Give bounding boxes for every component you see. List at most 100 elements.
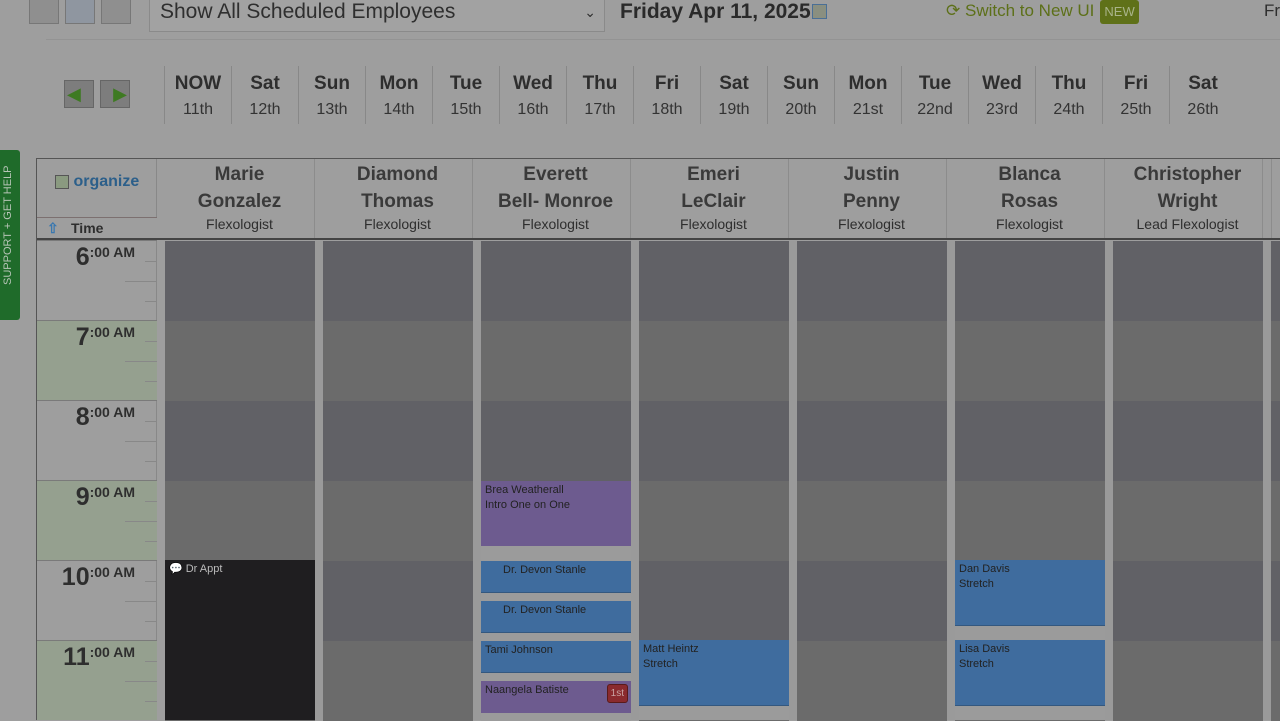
- time-slot[interactable]: [639, 241, 789, 321]
- appointment-block[interactable]: Naangela Batiste 1st: [481, 681, 631, 713]
- employee-day-column[interactable]: [1271, 241, 1280, 721]
- time-slot[interactable]: [639, 481, 789, 561]
- employee-header[interactable]: Marie Gonzalez Flexologist: [165, 159, 315, 238]
- employee-day-column[interactable]: [797, 241, 947, 721]
- day-tab[interactable]: Sun 20th: [767, 66, 834, 124]
- time-slot[interactable]: [481, 321, 631, 401]
- time-slot[interactable]: [955, 321, 1105, 401]
- time-slot[interactable]: [797, 401, 947, 481]
- time-slot[interactable]: [1113, 401, 1263, 481]
- appointment-block[interactable]: Lisa Davis Stretch: [955, 640, 1105, 706]
- time-slot[interactable]: [1271, 241, 1280, 321]
- day-tab[interactable]: Mon 14th: [365, 66, 432, 124]
- open-slot[interactable]: [955, 706, 1105, 720]
- employee-filter-select[interactable]: Show All Scheduled Employees ⌄: [149, 0, 605, 32]
- open-slot[interactable]: [639, 706, 789, 720]
- calendar-picker-icon[interactable]: [812, 4, 827, 19]
- time-slot[interactable]: [797, 241, 947, 321]
- time-slot[interactable]: [797, 561, 947, 641]
- time-slot[interactable]: [323, 321, 473, 401]
- employee-day-column[interactable]: Dan Davis Stretch Lisa Davis Stretch: [955, 241, 1105, 721]
- support-help-tab[interactable]: SUPPORT + GET HELP: [0, 150, 20, 320]
- employee-header[interactable]: Emeri LeClair Flexologist: [639, 159, 789, 238]
- time-slot[interactable]: [323, 401, 473, 481]
- time-slot[interactable]: [1113, 641, 1263, 721]
- time-slot[interactable]: [1271, 321, 1280, 401]
- time-sort-header[interactable]: ⇧ Time: [37, 217, 157, 238]
- time-slot[interactable]: [481, 401, 631, 481]
- next-week-icon[interactable]: ▶: [100, 80, 130, 108]
- switch-ui-link[interactable]: ⟳ Switch to New UI NEW: [946, 0, 1139, 24]
- employee-first-name: Diamond: [356, 164, 439, 185]
- employee-header-partial[interactable]: [1271, 159, 1280, 238]
- day-tab[interactable]: Thu 24th: [1035, 66, 1102, 124]
- time-slot[interactable]: [797, 321, 947, 401]
- appointment-client: Dr. Devon Stanle: [503, 604, 587, 616]
- time-slot[interactable]: [165, 481, 315, 561]
- day-date: 18th: [651, 101, 683, 118]
- organize-button[interactable]: organize: [37, 159, 157, 217]
- time-slot[interactable]: [955, 401, 1105, 481]
- list-view-icon[interactable]: [29, 0, 59, 24]
- day-tab[interactable]: Tue 22nd: [901, 66, 968, 124]
- time-slot[interactable]: [1271, 481, 1280, 561]
- group-view-icon[interactable]: [101, 0, 131, 24]
- day-tab[interactable]: Sun 13th: [298, 66, 365, 124]
- appointment-block[interactable]: 💬 Dr Appt: [165, 560, 315, 720]
- day-tab[interactable]: NOW 11th: [164, 66, 231, 124]
- time-slot[interactable]: [639, 561, 789, 641]
- time-slot[interactable]: [1271, 401, 1280, 481]
- time-slot[interactable]: [323, 241, 473, 321]
- day-tab[interactable]: Sat 12th: [231, 66, 298, 124]
- time-slot[interactable]: [955, 481, 1105, 561]
- column-gap: [631, 241, 639, 720]
- time-slot[interactable]: [165, 241, 315, 321]
- employee-day-column[interactable]: Matt Heintz Stretch: [639, 241, 789, 721]
- day-tab[interactable]: Wed 16th: [499, 66, 566, 124]
- employee-day-column[interactable]: 💬 Dr Appt: [165, 241, 315, 721]
- appointment-block[interactable]: Brea Weatherall Intro One on One: [481, 481, 631, 546]
- employee-day-column[interactable]: Brea Weatherall Intro One on One Dr. Devon…: [481, 241, 631, 721]
- employee-header[interactable]: Blanca Rosas Flexologist: [955, 159, 1105, 238]
- appointment-block[interactable]: Matt Heintz Stretch: [639, 640, 789, 706]
- time-slot[interactable]: [797, 641, 947, 721]
- calendar-grid-view-icon[interactable]: [65, 0, 95, 24]
- time-slot[interactable]: [1113, 481, 1263, 561]
- day-tab[interactable]: Tue 15th: [432, 66, 499, 124]
- time-slot[interactable]: [639, 321, 789, 401]
- time-slot[interactable]: [323, 481, 473, 561]
- time-slot[interactable]: [639, 401, 789, 481]
- time-slot[interactable]: [323, 641, 473, 721]
- previous-week-icon[interactable]: ◀: [64, 80, 94, 108]
- employee-day-column[interactable]: [1113, 241, 1263, 721]
- time-slot[interactable]: [1113, 561, 1263, 641]
- employee-day-column[interactable]: [323, 241, 473, 721]
- time-slot[interactable]: [323, 561, 473, 641]
- open-slot[interactable]: [955, 626, 1105, 640]
- appointment-block[interactable]: Dr. Devon Stanle: [481, 561, 631, 593]
- time-slot[interactable]: [165, 321, 315, 401]
- employee-header[interactable]: Diamond Thomas Flexologist: [323, 159, 473, 238]
- appointment-block[interactable]: Tami Johnson: [481, 641, 631, 673]
- employee-header[interactable]: Christopher Wright Lead Flexologist: [1113, 159, 1263, 238]
- day-tab[interactable]: Sat 19th: [700, 66, 767, 124]
- day-tab[interactable]: Sat 26th: [1169, 66, 1236, 124]
- day-tab[interactable]: Thu 17th: [566, 66, 633, 124]
- day-tab[interactable]: Mon 21st: [834, 66, 901, 124]
- time-slot[interactable]: [1113, 321, 1263, 401]
- time-slot[interactable]: [1271, 561, 1280, 641]
- time-slot[interactable]: [481, 241, 631, 321]
- appointment-block[interactable]: Dan Davis Stretch: [955, 560, 1105, 626]
- day-tab[interactable]: Fri 18th: [633, 66, 700, 124]
- day-tab[interactable]: Fri 25th: [1102, 66, 1169, 124]
- employee-header[interactable]: Justin Penny Flexologist: [797, 159, 947, 238]
- time-slot[interactable]: [165, 401, 315, 481]
- time-slot[interactable]: [955, 241, 1105, 321]
- employee-header[interactable]: Everett Bell- Monroe Flexologist: [481, 159, 631, 238]
- time-slot[interactable]: [1271, 641, 1280, 721]
- time-slot[interactable]: [1113, 241, 1263, 321]
- time-slot[interactable]: [797, 481, 947, 561]
- hour-number: 10: [61, 563, 90, 591]
- day-tab[interactable]: Wed 23rd: [968, 66, 1035, 124]
- appointment-block[interactable]: Dr. Devon Stanle: [481, 601, 631, 633]
